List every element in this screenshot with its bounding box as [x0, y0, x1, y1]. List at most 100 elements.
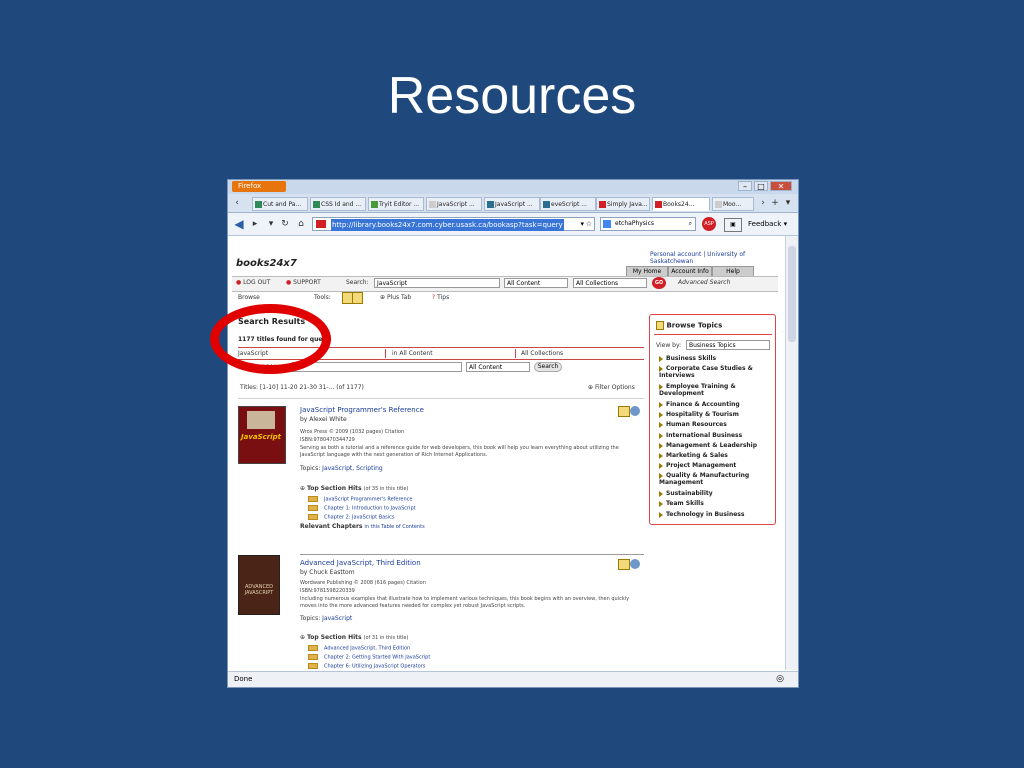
account-links[interactable]: Personal account | University of Saskatc…	[650, 251, 786, 265]
reload-icon[interactable]: ↻	[278, 217, 292, 231]
topic-item[interactable]: Sustainability	[659, 490, 759, 497]
plus-tab-link[interactable]: ⊕ Plus Tab	[380, 294, 411, 301]
content-scope-select[interactable]: All Content	[504, 278, 568, 288]
page-menu-icon[interactable]: ▣	[724, 218, 742, 232]
topic-item[interactable]: International Business	[659, 432, 759, 439]
divider	[385, 349, 386, 358]
minimize-button[interactable]: –	[738, 181, 752, 191]
page-icon	[487, 201, 494, 208]
folder-icon[interactable]	[352, 292, 363, 304]
tab[interactable]: CSS Id and ...	[310, 197, 366, 211]
tab[interactable]: Moo...	[712, 197, 754, 211]
advanced-search-link[interactable]: Advanced Search	[678, 279, 730, 286]
section-hit[interactable]: Chapter 2: Getting Started With JavaScri…	[308, 654, 430, 661]
firefox-menu-button[interactable]: Firefox	[232, 181, 286, 192]
scrollbar-thumb[interactable]	[788, 246, 796, 342]
globe-icon[interactable]	[630, 406, 640, 416]
topic-item[interactable]: Employee Training & Development	[659, 383, 759, 397]
section-hits-toggle[interactable]: ⊕ Top Section Hits (of 35 in this title)	[300, 485, 408, 492]
site-search-input[interactable]: JavaScript	[374, 278, 500, 288]
arrow-icon	[659, 490, 663, 497]
browse-topics-title: Browse Topics	[656, 321, 722, 330]
search-within-input[interactable]	[292, 362, 462, 372]
history-dropdown-icon[interactable]: ▾	[264, 217, 278, 231]
topic-label: Marketing & Sales	[666, 452, 728, 459]
section-hits-toggle[interactable]: ⊕ Top Section Hits (of 31 in this title)	[300, 634, 408, 641]
feedback-button[interactable]: Feedback ▾	[748, 218, 787, 230]
topic-item[interactable]: Finance & Accounting	[659, 401, 759, 408]
addon-icon[interactable]: ASP	[702, 217, 716, 231]
within-scope-select[interactable]: All Content	[466, 362, 530, 372]
tab[interactable]: JavaScript ...	[426, 197, 482, 211]
support-link[interactable]: ● SUPPORT	[286, 279, 321, 286]
home-icon[interactable]: ⌂	[294, 217, 308, 231]
tab[interactable]: Tryit Editor ...	[368, 197, 424, 211]
logout-link[interactable]: ● LOG OUT	[236, 279, 270, 286]
web-search-input[interactable]: etchaPhysics ⌕	[600, 217, 696, 231]
new-tab-icon[interactable]: +	[768, 196, 782, 210]
go-button[interactable]: GO	[652, 277, 666, 289]
section-hit[interactable]: Chapter 6: Utilizing JavaScript Operator…	[308, 663, 425, 670]
topics-links[interactable]: JavaScript, Scripting	[322, 465, 383, 472]
cover-title: ADVANCED JAVASCRIPT	[244, 584, 274, 596]
tab-label: Moo...	[723, 201, 742, 208]
url-dropdown-icon[interactable]: ▾	[580, 218, 584, 230]
section-hit[interactable]: Chapter 2: JavaScript Basics	[308, 514, 395, 521]
book-icon	[308, 654, 318, 660]
forward-icon[interactable]: ▸	[248, 217, 262, 231]
topics-links[interactable]: JavaScript	[322, 615, 352, 622]
view-by-select[interactable]: Business Topics	[686, 340, 770, 350]
page-icon	[313, 201, 320, 208]
section-hit[interactable]: Advanced JavaScript, Third Edition	[308, 645, 410, 652]
back-icon[interactable]: ◀	[232, 217, 246, 231]
topic-item[interactable]: Human Resources	[659, 421, 759, 428]
url-bar[interactable]: http://library.books24x7.com.cyber.usask…	[312, 217, 595, 231]
book-cover[interactable]: JavaScript	[238, 406, 286, 464]
book-title-link[interactable]: Advanced JavaScript, Third Edition	[300, 559, 421, 567]
tab-list-icon[interactable]: ▾	[781, 196, 795, 210]
filter-label: Filter Options	[594, 384, 635, 391]
tab-active[interactable]: Books24...	[652, 197, 710, 211]
topic-item[interactable]: Quality & Manufacturing Management	[659, 472, 759, 486]
tips-link[interactable]: ? Tips	[432, 294, 449, 301]
browse-link[interactable]: Browse	[238, 294, 260, 301]
close-button[interactable]: ✕	[770, 181, 792, 191]
pagination[interactable]: Titles: [1-10] 11-20 21-30 31-... (of 11…	[240, 384, 364, 391]
topic-item[interactable]: Business Skills	[659, 355, 759, 362]
globe-icon[interactable]	[630, 559, 640, 569]
tab[interactable]: Cut and Pa...	[252, 197, 308, 211]
search-engine-icon[interactable]	[603, 220, 611, 228]
book-icon	[308, 514, 318, 520]
topic-item[interactable]: Technology in Business	[659, 511, 759, 518]
add-to-folder-icon[interactable]	[618, 406, 630, 417]
tools-label: Tools:	[314, 294, 331, 301]
tab[interactable]: eveScript ...	[540, 197, 596, 211]
topic-item[interactable]: Marketing & Sales	[659, 452, 759, 459]
url-text: http://library.books24x7.com.cyber.usask…	[331, 219, 564, 231]
book-title-link[interactable]: JavaScript Programmer's Reference	[300, 406, 424, 414]
maximize-button[interactable]: □	[754, 181, 768, 191]
topic-item[interactable]: Team Skills	[659, 500, 759, 507]
vertical-scrollbar[interactable]	[785, 236, 798, 670]
section-hit[interactable]: Chapter 1: Introduction to JavaScript	[308, 505, 416, 512]
web-page: books24x7 Personal account | University …	[228, 236, 786, 670]
section-hit[interactable]: JavaScript Programmer's Reference	[308, 496, 413, 503]
add-to-folder-icon[interactable]	[618, 559, 630, 570]
topic-item[interactable]: Hospitality & Tourism	[659, 411, 759, 418]
topic-item[interactable]: Management & Leadership	[659, 442, 759, 449]
topic-item[interactable]: Project Management	[659, 462, 759, 469]
relevant-chapters[interactable]: Relevant Chapters in this Table of Conte…	[300, 523, 425, 530]
addon-bar-icon[interactable]: ◎	[776, 672, 784, 687]
search-icon[interactable]: ⌕	[689, 218, 692, 230]
topic-item[interactable]: Corporate Case Studies & Interviews	[659, 365, 759, 379]
collection-scope-select[interactable]: All Collections	[573, 278, 647, 288]
tab[interactable]: Simply Java...	[596, 197, 650, 211]
book-cover[interactable]: ADVANCED JAVASCRIPT	[238, 555, 280, 615]
bookmark-star-icon[interactable]: ☆	[586, 218, 592, 230]
arrow-icon	[659, 472, 663, 479]
search-within-button[interactable]: Search	[534, 362, 562, 372]
books24x7-logo[interactable]: books24x7	[236, 245, 297, 275]
tab[interactable]: JavaScript ...	[484, 197, 540, 211]
filter-options-link[interactable]: ⊕ Filter Options	[588, 384, 635, 391]
tab-scroll-left-icon[interactable]: ‹	[230, 196, 244, 210]
